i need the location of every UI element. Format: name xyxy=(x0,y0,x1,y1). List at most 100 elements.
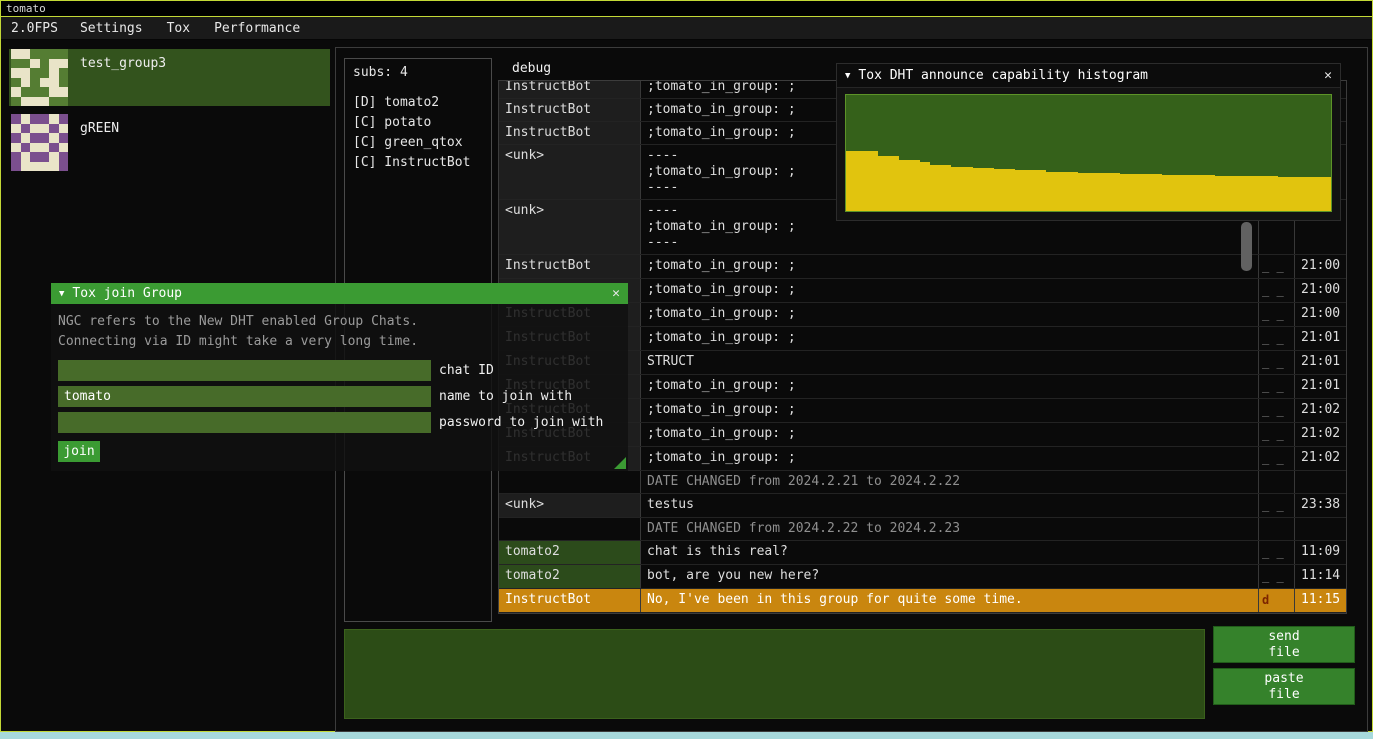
chat-message: ;tomato_in_group: ; xyxy=(640,399,1258,422)
group-item[interactable]: gREEN xyxy=(9,114,330,171)
join-name-label: name to join with xyxy=(439,389,572,404)
chat-timestamp xyxy=(1294,471,1346,493)
chat-marks: _ _ xyxy=(1258,279,1294,302)
member-item[interactable]: [C] potato xyxy=(353,113,483,133)
histogram-bar xyxy=(846,151,857,211)
chat-id-label: chat ID xyxy=(439,363,494,378)
chat-message: ;tomato_in_group: ; xyxy=(640,447,1258,470)
chat-row[interactable]: DATE CHANGED from 2024.2.21 to 2024.2.22 xyxy=(499,471,1346,494)
member-list: [D] tomato2[C] potato[C] green_qtox[C] I… xyxy=(353,93,483,173)
window-titlebar[interactable]: tomato xyxy=(1,1,1372,17)
histogram-bar xyxy=(1057,172,1068,211)
group-name: test_group3 xyxy=(80,56,166,71)
join-window-body: NGC refers to the New DHT enabled Group … xyxy=(51,304,628,471)
histogram-bar xyxy=(1194,175,1205,211)
chat-author: InstructBot xyxy=(499,99,640,121)
histogram-bar xyxy=(1321,177,1332,211)
histogram-bar xyxy=(1120,174,1131,211)
chat-author: InstructBot xyxy=(499,589,640,612)
histogram-bars xyxy=(846,95,1331,211)
histogram-bar xyxy=(1184,175,1195,211)
menu-item-tox[interactable]: Tox xyxy=(155,21,202,36)
chat-marks: _ _ xyxy=(1258,255,1294,278)
resize-grip-icon[interactable] xyxy=(614,457,626,469)
chat-timestamp: 11:14 xyxy=(1294,565,1346,588)
chat-row[interactable]: InstructBotNo, I've been in this group f… xyxy=(499,589,1346,613)
chat-marks: _ _ xyxy=(1258,541,1294,564)
histogram-bar xyxy=(899,160,910,211)
chat-timestamp xyxy=(1294,518,1346,540)
chat-row[interactable]: DATE CHANGED from 2024.2.22 to 2024.2.23 xyxy=(499,518,1346,541)
chat-marks: _ _ xyxy=(1258,399,1294,422)
message-input[interactable] xyxy=(344,629,1205,719)
chat-author: <unk> xyxy=(499,494,640,517)
taskbar-strip xyxy=(0,732,1373,739)
chat-row[interactable]: InstructBot;tomato_in_group: ;_ _21:00 xyxy=(499,255,1346,279)
chat-timestamp: 21:01 xyxy=(1294,327,1346,350)
histogram-bar xyxy=(1004,169,1015,211)
tab-debug[interactable]: debug xyxy=(498,59,565,78)
histogram-bar xyxy=(1268,176,1279,211)
histogram-bar xyxy=(1078,173,1089,211)
chat-scrollbar-thumb[interactable] xyxy=(1241,222,1252,271)
join-window-titlebar[interactable]: ▼ Tox join Group ✕ xyxy=(51,283,628,304)
chat-timestamp: 21:02 xyxy=(1294,447,1346,470)
close-icon[interactable]: ✕ xyxy=(1324,68,1332,83)
button-label: send xyxy=(1268,629,1299,645)
collapse-arrow-icon[interactable]: ▼ xyxy=(59,289,64,299)
chat-marks: _ _ xyxy=(1258,327,1294,350)
menu-item-performance[interactable]: Performance xyxy=(202,21,312,36)
histogram-bar xyxy=(1099,173,1110,211)
group-name: gREEN xyxy=(80,121,119,136)
histogram-bar xyxy=(888,156,899,211)
dht-histogram-window: ▼ Tox DHT announce capability histogram … xyxy=(836,63,1341,221)
chat-author: InstructBot xyxy=(499,255,640,278)
send-file-button[interactable]: send file xyxy=(1213,626,1355,663)
chat-marks: _ _ xyxy=(1258,351,1294,374)
join-button[interactable]: join xyxy=(58,441,100,462)
histogram-bar xyxy=(1162,175,1173,211)
histogram-bar xyxy=(857,151,868,211)
member-item[interactable]: [D] tomato2 xyxy=(353,93,483,113)
chat-marks: _ _ xyxy=(1258,423,1294,446)
join-password-input[interactable] xyxy=(58,412,431,433)
histogram-window-titlebar[interactable]: ▼ Tox DHT announce capability histogram … xyxy=(837,64,1340,88)
histogram-bar xyxy=(1046,172,1057,211)
histogram-bar xyxy=(994,169,1005,211)
chat-author: InstructBot xyxy=(499,122,640,144)
group-avatar xyxy=(11,49,68,106)
histogram-bar xyxy=(1236,176,1247,211)
chat-marks: _ _ xyxy=(1258,447,1294,470)
group-item[interactable]: test_group3 xyxy=(9,49,330,106)
chat-author xyxy=(499,518,640,540)
paste-file-button[interactable]: paste file xyxy=(1213,668,1355,705)
histogram-bar xyxy=(930,165,941,211)
chat-row[interactable]: tomato2bot, are you new here?_ _11:14 xyxy=(499,565,1346,589)
histogram-bar xyxy=(1141,174,1152,211)
chat-timestamp: 21:01 xyxy=(1294,351,1346,374)
chat-row[interactable]: tomato2chat is this real?_ _11:09 xyxy=(499,541,1346,565)
member-item[interactable]: [C] green_qtox xyxy=(353,133,483,153)
chat-author: tomato2 xyxy=(499,565,640,588)
histogram-bar xyxy=(920,162,931,211)
histogram-bar xyxy=(1257,176,1268,211)
fps-counter: 2.0FPS xyxy=(1,21,68,36)
join-info-line: NGC refers to the New DHT enabled Group … xyxy=(58,312,621,332)
collapse-arrow-icon[interactable]: ▼ xyxy=(845,71,850,81)
histogram-bar xyxy=(1300,177,1311,211)
chat-message: ;tomato_in_group: ; xyxy=(640,423,1258,446)
histogram-bar xyxy=(951,167,962,211)
chat-timestamp: 21:02 xyxy=(1294,399,1346,422)
button-label: file xyxy=(1268,687,1299,703)
member-item[interactable]: [C] InstructBot xyxy=(353,153,483,173)
menu-item-settings[interactable]: Settings xyxy=(68,21,155,36)
histogram-bar xyxy=(941,165,952,211)
close-icon[interactable]: ✕ xyxy=(612,286,620,301)
chat-message: ;tomato_in_group: ; xyxy=(640,303,1258,326)
join-name-input[interactable] xyxy=(58,386,431,407)
chat-message: testus xyxy=(640,494,1258,517)
chat-row[interactable]: <unk>testus_ _23:38 xyxy=(499,494,1346,518)
chat-marks: _ _ xyxy=(1258,565,1294,588)
window-title: tomato xyxy=(6,2,46,15)
chat-id-input[interactable] xyxy=(58,360,431,381)
